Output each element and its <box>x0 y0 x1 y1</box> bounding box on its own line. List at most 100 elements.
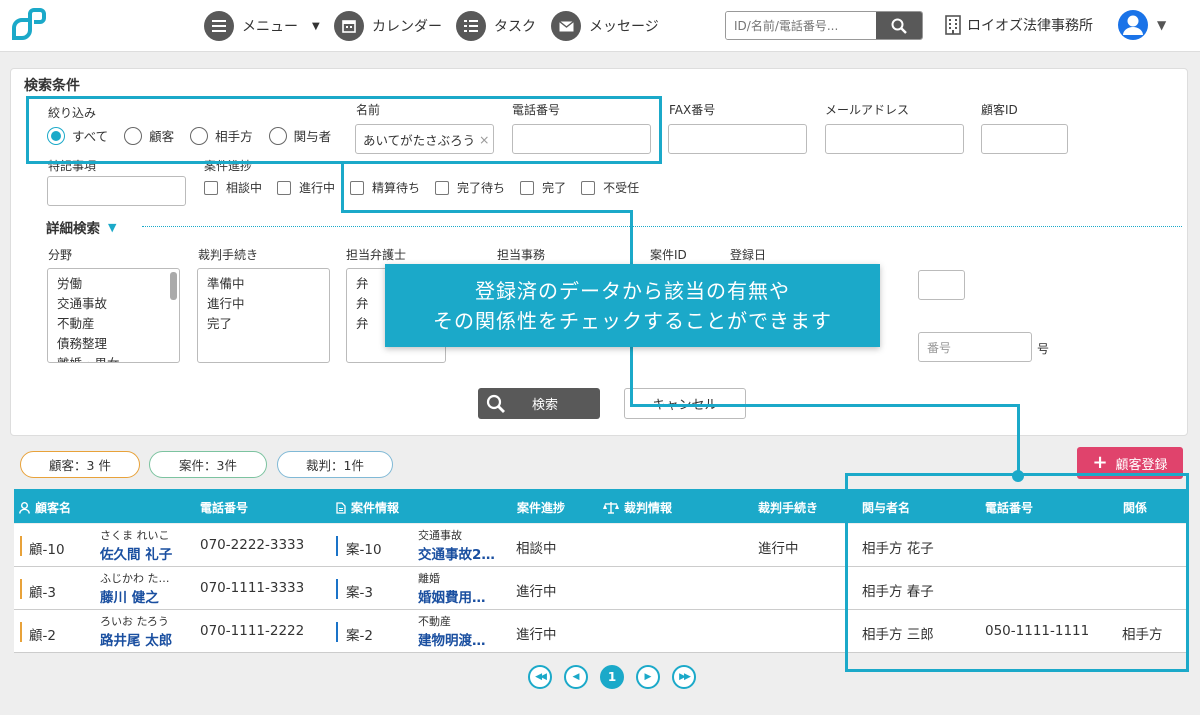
status-label: 完了 <box>542 181 567 195</box>
scrollbar[interactable] <box>170 272 177 300</box>
th-trial-label: 裁判情報 <box>624 501 673 515</box>
list-item[interactable]: 離婚・男女 <box>57 354 170 362</box>
right-icon: ▶ <box>644 672 652 682</box>
customer-kana: ふじかわ た… <box>100 572 170 585</box>
search-title: 検索条件 <box>24 78 80 94</box>
checkbox[interactable] <box>350 180 365 195</box>
list-item[interactable]: 労働 <box>57 274 170 294</box>
status-option[interactable]: 完了待ち <box>435 179 505 196</box>
global-search-input[interactable] <box>726 12 877 39</box>
checkbox[interactable] <box>204 180 218 195</box>
th-phone-label: 電話番号 <box>200 501 249 515</box>
status-option[interactable]: 不受任 <box>581 179 639 196</box>
trial-count-badge[interactable]: 裁判：1件 <box>277 451 393 478</box>
connector-line <box>1017 404 1020 476</box>
task-list-icon <box>456 11 486 41</box>
global-search-button[interactable] <box>876 12 922 39</box>
prev-page-button[interactable]: ◀ <box>564 665 588 689</box>
list-item[interactable]: 進行中 <box>207 294 320 314</box>
th-case-label: 案件情報 <box>351 501 400 515</box>
case-name-link[interactable]: 婚姻費用… <box>418 586 486 606</box>
customer-count-text: 顧客：3 件 <box>49 458 111 473</box>
list-item[interactable]: 債務整理 <box>57 334 170 354</box>
customer-id: 顧-2 <box>29 628 56 644</box>
status-option[interactable]: 精算待ち <box>350 179 420 196</box>
number-placeholder: 番号 <box>927 340 952 355</box>
fax-label: FAX番号 <box>669 103 716 117</box>
case-marker <box>336 579 338 599</box>
connector-line <box>630 210 633 264</box>
field-listbox[interactable]: 労働 交通事故 不動産 債務整理 離婚・男女 <box>47 268 180 363</box>
list-item[interactable]: 不動産 <box>57 314 170 334</box>
status-checkboxes: 相談中 進行中 精算待ち 完了待ち 完了 不受任 <box>204 179 639 196</box>
reg-date-label: 登録日 <box>730 248 767 262</box>
document-icon <box>336 501 346 514</box>
customer-name-link[interactable]: 佐久間 礼子 <box>100 543 172 563</box>
procedure-listbox[interactable]: 準備中 進行中 完了 <box>197 268 330 363</box>
number-input[interactable]: 番号 <box>918 332 1032 362</box>
notes-input[interactable] <box>47 176 186 206</box>
th-customer[interactable]: 顧客名 <box>19 499 71 516</box>
search-button-label: 検索 <box>532 398 559 413</box>
progress-cell: 進行中 <box>516 627 557 643</box>
customer-count-badge[interactable]: 顧客：3 件 <box>20 451 140 478</box>
list-item[interactable]: 交通事故 <box>57 294 170 314</box>
case-name-link[interactable]: 建物明渡… <box>418 629 486 649</box>
status-label: 精算待ち <box>372 181 421 195</box>
nav-task[interactable]: タスク <box>456 11 536 41</box>
user-menu[interactable]: ▼ <box>1117 9 1166 41</box>
checkbox[interactable] <box>581 180 596 195</box>
search-button[interactable]: 検索 <box>478 388 600 419</box>
nav-calendar[interactable]: カレンダー <box>334 11 442 41</box>
callout-box: 登録済のデータから該当の有無や その関係性をチェックすることができます <box>385 264 880 347</box>
customer-kana: ろいお たろう <box>100 615 169 628</box>
office-info[interactable]: ロイオズ法律事務所 <box>945 15 1093 35</box>
th-case[interactable]: 案件情報 <box>336 499 399 516</box>
staff-label: 担当事務 <box>497 248 546 262</box>
last-page-button[interactable]: ▶▶ <box>672 665 696 689</box>
first-page-button[interactable]: ◀◀ <box>528 665 552 689</box>
case-name-link[interactable]: 交通事故2… <box>418 543 495 563</box>
status-option[interactable]: 相談中 <box>204 179 262 196</box>
case-count-badge[interactable]: 案件：3件 <box>149 451 267 478</box>
case-marker <box>336 536 338 556</box>
case-id: 案-3 <box>346 585 373 601</box>
current-page-button[interactable]: 1 <box>600 665 624 689</box>
th-procedure[interactable]: 裁判手続き <box>758 499 818 516</box>
nav-menu[interactable]: メニュー ▼ <box>204 11 320 41</box>
status-option[interactable]: 進行中 <box>277 179 335 196</box>
customer-id-input[interactable] <box>981 124 1068 154</box>
highlight-box-search <box>26 96 662 164</box>
th-phone[interactable]: 電話番号 <box>200 499 248 516</box>
email-input[interactable] <box>825 124 964 154</box>
customer-name-link[interactable]: 藤川 健之 <box>100 586 159 606</box>
triangle-down-icon: ▼ <box>108 220 117 234</box>
next-page-button[interactable]: ▶ <box>636 665 660 689</box>
checkbox[interactable] <box>277 180 292 195</box>
nav-message[interactable]: メッセージ <box>551 11 659 41</box>
scales-icon <box>603 501 619 514</box>
fax-input[interactable] <box>668 124 807 154</box>
detail-search-toggle[interactable]: 詳細検索 ▼ <box>46 217 117 238</box>
status-option[interactable]: 完了 <box>520 179 566 196</box>
reg-date-input[interactable] <box>918 270 965 300</box>
th-progress[interactable]: 案件進捗 <box>517 499 565 516</box>
case-type: 交通事故 <box>418 529 462 542</box>
connector-line <box>630 347 633 407</box>
checkbox[interactable] <box>435 180 450 195</box>
th-procedure-label: 裁判手続き <box>758 501 819 515</box>
status-label: 不受任 <box>603 181 640 195</box>
th-trial[interactable]: 裁判情報 <box>603 499 672 516</box>
detail-divider <box>142 226 1182 227</box>
calendar-icon <box>334 11 364 41</box>
list-item[interactable]: 準備中 <box>207 274 320 294</box>
register-button-label: 顧客登録 <box>1115 457 1168 473</box>
case-id: 案-10 <box>346 542 382 558</box>
list-item[interactable]: 完了 <box>207 314 320 334</box>
checkbox[interactable] <box>520 180 535 195</box>
app-logo[interactable] <box>8 6 48 50</box>
customer-name-link[interactable]: 路井尾 太郎 <box>100 629 172 649</box>
current-page-number: 1 <box>607 670 617 684</box>
customer-id-label: 顧客ID <box>981 103 1018 117</box>
chevron-down-icon: ▼ <box>312 20 320 32</box>
